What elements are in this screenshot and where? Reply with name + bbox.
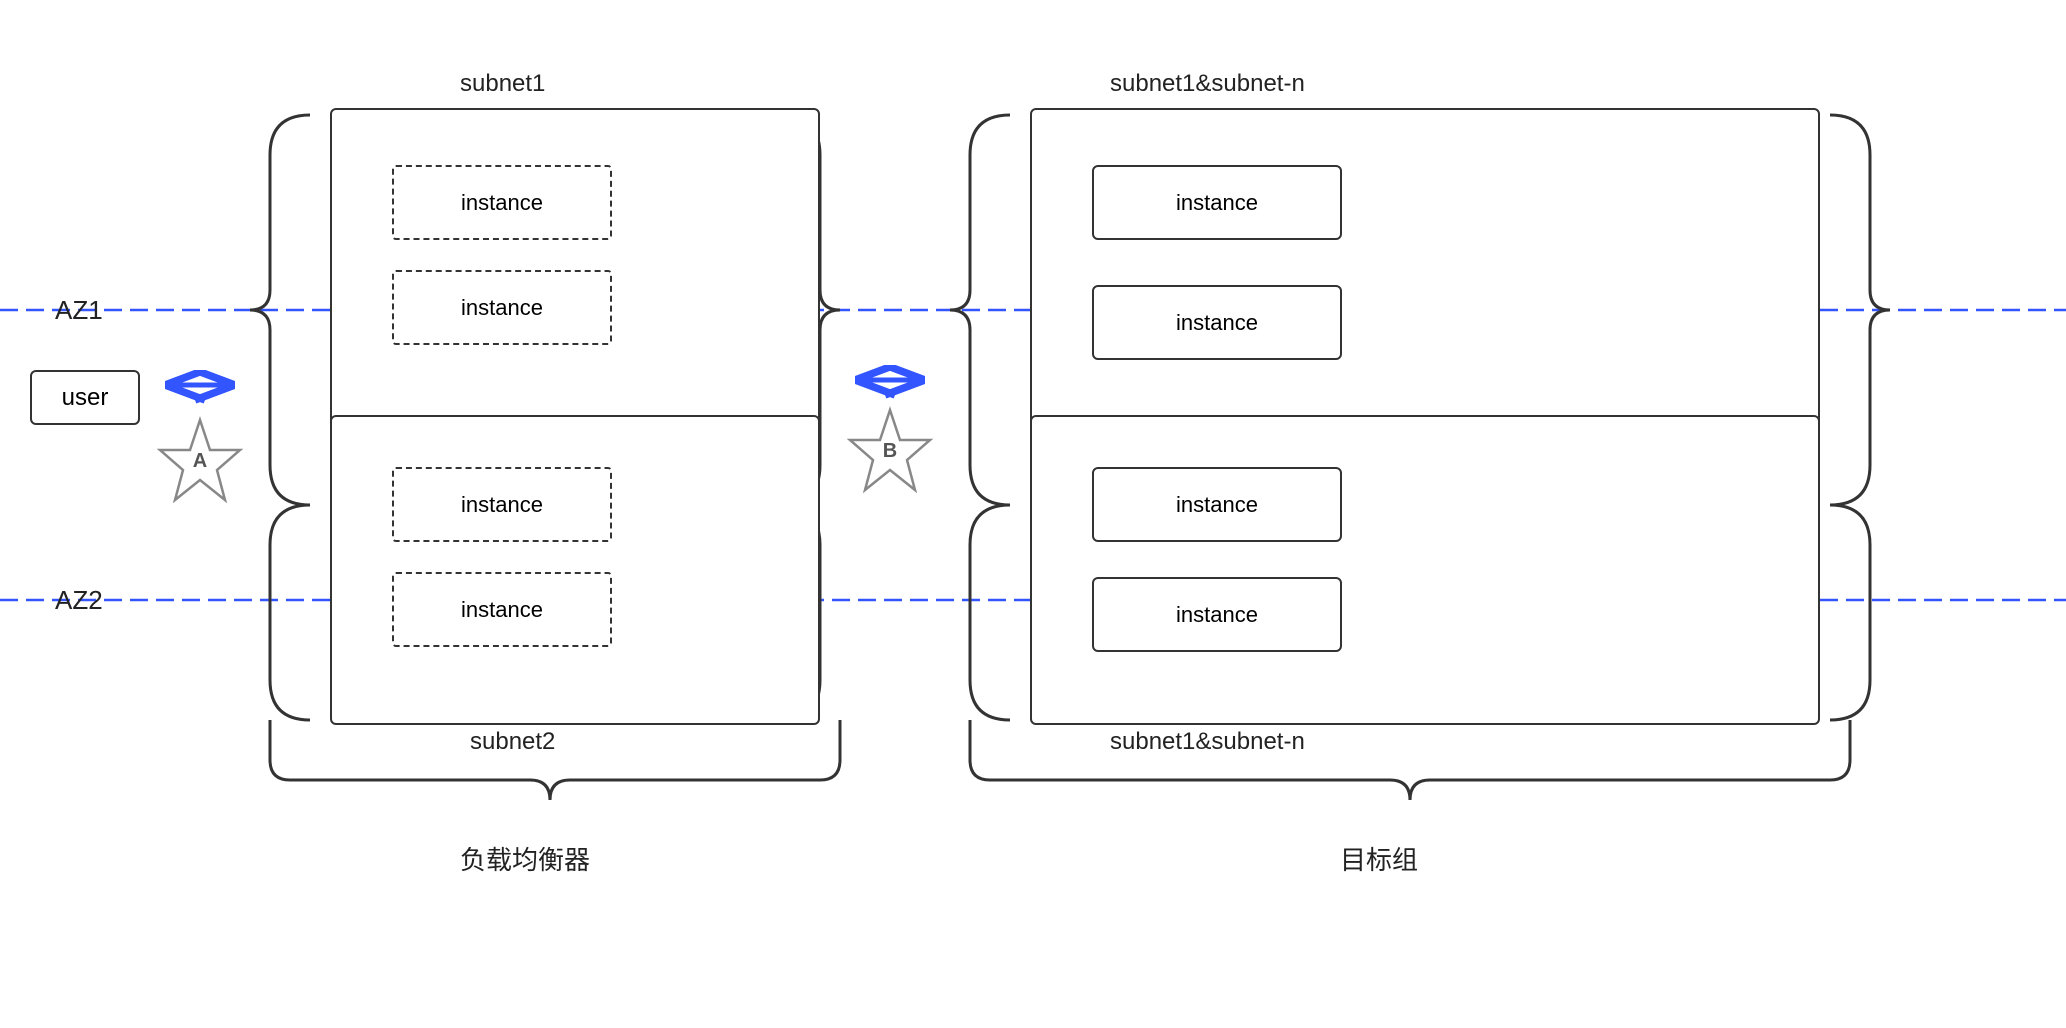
- tg-bottom-brace: [970, 720, 1850, 800]
- az1-label: AZ1: [55, 295, 103, 326]
- lb-instance-2-label: instance: [461, 295, 543, 321]
- arrow-a-svg: [155, 360, 245, 410]
- az2-label: AZ2: [55, 585, 103, 616]
- tg-instance-1: instance: [1092, 165, 1342, 240]
- tg-bottom-box: instance instance: [1030, 415, 1820, 725]
- lb-instance-1-label: instance: [461, 190, 543, 216]
- lb-bottom-box: instance instance: [330, 415, 820, 725]
- star-a: A: [155, 415, 245, 505]
- subnet-right-bottom-label: subnet1&subnet-n: [1110, 728, 1305, 756]
- tg-instance-2: instance: [1092, 285, 1342, 360]
- tg-instance-2-label: instance: [1176, 310, 1258, 336]
- diagram-container: AZ1 AZ2 user A subnet1 subnet2: [0, 0, 2066, 1028]
- tg-brace-right-bottom: [1830, 505, 1870, 720]
- user-box: user: [30, 370, 140, 425]
- svg-text:B: B: [883, 440, 897, 462]
- user-label: user: [62, 384, 109, 412]
- tg-instance-3-label: instance: [1176, 492, 1258, 518]
- lb-label: 负载均衡器: [460, 840, 590, 877]
- lb-instance-3-label: instance: [461, 492, 543, 518]
- lb-brace-bottom: [270, 505, 310, 720]
- subnet2-label: subnet2: [470, 728, 555, 756]
- tg-instance-3: instance: [1092, 467, 1342, 542]
- arrow-b-group: [845, 355, 935, 410]
- lb-instance-3: instance: [392, 467, 612, 542]
- subnet-right-top-label: subnet1&subnet-n: [1110, 70, 1305, 98]
- lb-instance-4-label: instance: [461, 597, 543, 623]
- tg-instance-4-label: instance: [1176, 602, 1258, 628]
- lb-instance-2: instance: [392, 270, 612, 345]
- arrow-a-group: [155, 360, 245, 415]
- target-label: 目标组: [1340, 840, 1418, 877]
- svg-text:A: A: [193, 450, 207, 472]
- tg-instance-4: instance: [1092, 577, 1342, 652]
- star-b: B: [845, 405, 935, 495]
- tg-brace-bottom: [970, 505, 1010, 720]
- lb-instance-1: instance: [392, 165, 612, 240]
- lb-instance-4: instance: [392, 572, 612, 647]
- tg-instance-1-label: instance: [1176, 190, 1258, 216]
- subnet1-label: subnet1: [460, 70, 545, 98]
- arrow-b-svg: [845, 355, 935, 405]
